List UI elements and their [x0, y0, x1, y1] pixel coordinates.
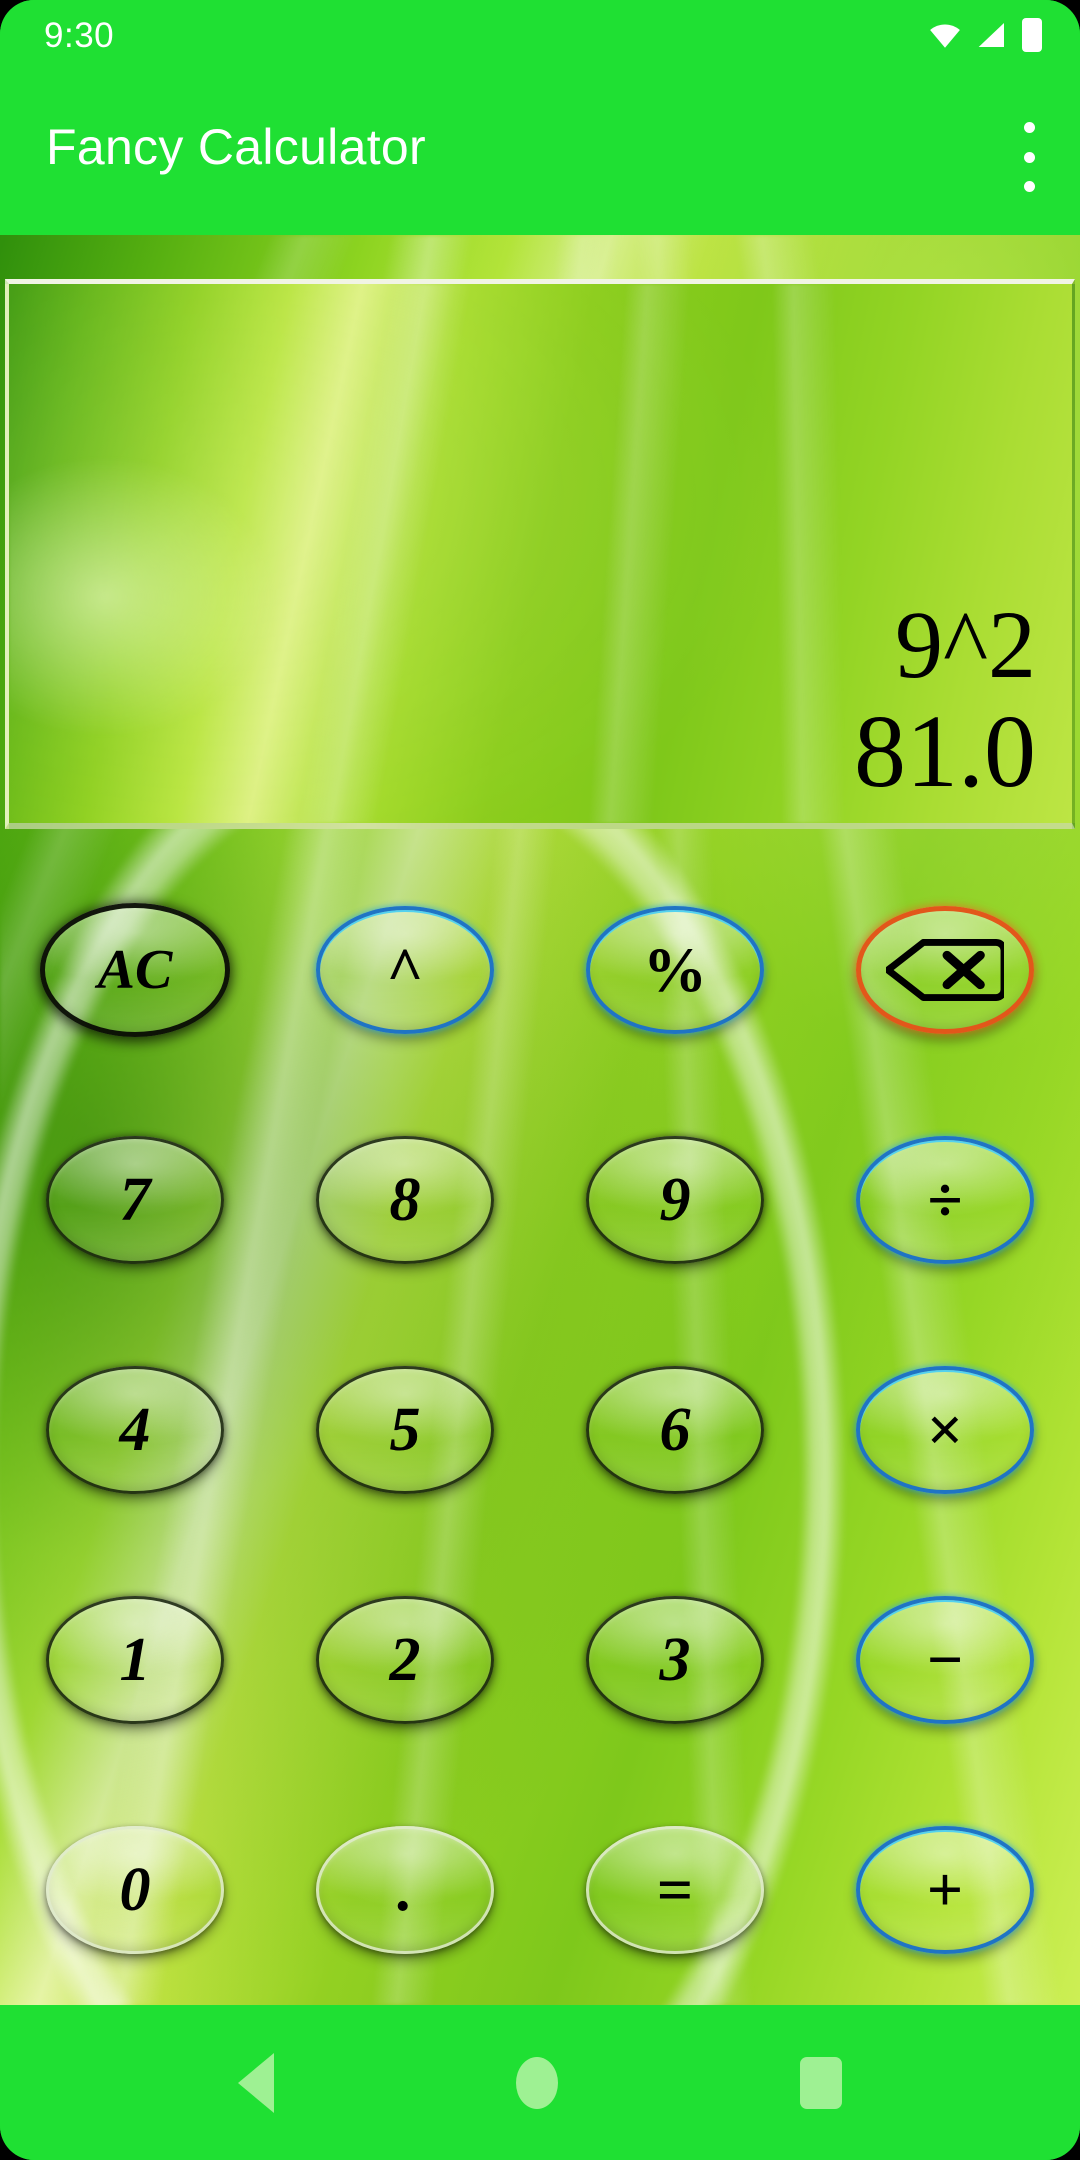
button-label: 9: [659, 1166, 691, 1234]
power-button[interactable]: ^: [316, 906, 494, 1034]
backspace-icon: [886, 939, 1004, 1001]
decimal-button[interactable]: .: [316, 1826, 494, 1954]
keypad-cell: ×: [810, 1315, 1080, 1545]
keypad-cell: +: [810, 1775, 1080, 2005]
digit-1-button[interactable]: 1: [46, 1596, 224, 1724]
result-text: 81.0: [854, 693, 1036, 809]
digit-3-button[interactable]: 3: [586, 1596, 764, 1724]
battery-icon: [1022, 18, 1042, 52]
app-bar: Fancy Calculator: [0, 78, 1080, 235]
button-label: 3: [659, 1626, 691, 1694]
keypad-cell: ÷: [810, 1085, 1080, 1315]
calculator-body: 9^2 81.0 AC ^% 7 8 9 ÷ 4 5 6 × 1 2 3 − 0. = +: [0, 235, 1080, 2005]
phone-screen: 9:30 Fancy Calculator 9^2 81.0 AC ^ % 7 …: [0, 0, 1080, 2160]
signal-icon: [978, 23, 1004, 47]
button-label: 2: [389, 1626, 421, 1694]
button-label: −: [926, 1624, 964, 1695]
digit-5-button[interactable]: 5: [316, 1366, 494, 1494]
all-clear-button[interactable]: AC: [40, 903, 230, 1037]
keypad-cell: 1: [0, 1545, 270, 1775]
button-label: AC: [97, 939, 173, 1001]
digit-2-button[interactable]: 2: [316, 1596, 494, 1724]
digit-4-button[interactable]: 4: [46, 1366, 224, 1494]
divide-button[interactable]: ÷: [856, 1136, 1034, 1264]
digit-9-button[interactable]: 9: [586, 1136, 764, 1264]
keypad-cell: 6: [540, 1315, 810, 1545]
button-label: =: [656, 1854, 694, 1925]
keypad-cell: 9: [540, 1085, 810, 1315]
keypad: AC ^% 7 8 9 ÷ 4 5 6 × 1 2 3 − 0. = +: [0, 855, 1080, 2005]
multiply-button[interactable]: ×: [856, 1366, 1034, 1494]
button-label: 6: [659, 1396, 691, 1464]
keypad-cell: 0: [0, 1775, 270, 2005]
keypad-cell: .: [270, 1775, 540, 2005]
calculator-display: 9^2 81.0: [5, 279, 1075, 829]
button-label: 8: [389, 1166, 421, 1234]
digit-7-button[interactable]: 7: [46, 1136, 224, 1264]
keypad-cell: 4: [0, 1315, 270, 1545]
button-label: 7: [119, 1166, 151, 1234]
digit-8-button[interactable]: 8: [316, 1136, 494, 1264]
keypad-cell: AC: [0, 855, 270, 1085]
percent-button[interactable]: %: [586, 906, 764, 1034]
status-bar: 9:30: [0, 0, 1080, 78]
keypad-cell: 7: [0, 1085, 270, 1315]
digit-0-button[interactable]: 0: [46, 1826, 224, 1954]
button-label: 1: [119, 1626, 151, 1694]
digit-6-button[interactable]: 6: [586, 1366, 764, 1494]
system-navigation-bar: [0, 2005, 1080, 2160]
add-button[interactable]: +: [856, 1826, 1034, 1954]
button-label: ×: [926, 1394, 964, 1465]
subtract-button[interactable]: −: [856, 1596, 1034, 1724]
equals-button[interactable]: =: [586, 1826, 764, 1954]
status-bar-clock: 9:30: [44, 16, 115, 55]
button-label: .: [397, 1856, 413, 1924]
button-label: +: [926, 1854, 964, 1925]
keypad-cell: 8: [270, 1085, 540, 1315]
page-title: Fancy Calculator: [46, 119, 426, 175]
keypad-cell: [810, 855, 1080, 1085]
expression-text: 9^2: [894, 591, 1036, 699]
keypad-cell: 2: [270, 1545, 540, 1775]
button-label: 0: [119, 1856, 151, 1924]
back-button[interactable]: [238, 2052, 274, 2113]
button-label: 5: [389, 1396, 421, 1464]
status-bar-icons: [928, 18, 1042, 52]
keypad-cell: =: [540, 1775, 810, 2005]
more-options-icon[interactable]: [1022, 122, 1036, 192]
keypad-cell: 3: [540, 1545, 810, 1775]
recents-button[interactable]: [800, 2056, 842, 2109]
button-label: ^: [386, 934, 424, 1005]
wifi-icon: [930, 24, 960, 48]
keypad-cell: ^: [270, 855, 540, 1085]
keypad-cell: −: [810, 1545, 1080, 1775]
button-label: %: [643, 934, 707, 1005]
home-button[interactable]: [516, 2056, 558, 2109]
display-text-group: 9^2 81.0: [854, 593, 1036, 807]
keypad-cell: %: [540, 855, 810, 1085]
backspace-button[interactable]: [856, 906, 1034, 1034]
keypad-cell: 5: [270, 1315, 540, 1545]
button-label: 4: [119, 1396, 151, 1464]
button-label: ÷: [927, 1164, 963, 1235]
